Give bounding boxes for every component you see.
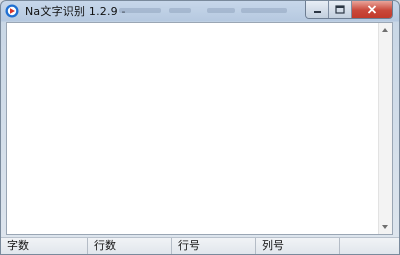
status-extra <box>340 238 399 254</box>
scroll-down-icon[interactable] <box>382 225 388 229</box>
status-bar: 字数 行数 行号 列号 <box>1 237 399 254</box>
maximize-icon <box>335 5 345 14</box>
status-line-number: 行号 <box>172 238 256 254</box>
scroll-up-icon[interactable] <box>382 28 388 32</box>
editor-frame <box>6 22 393 235</box>
title-bar-blur <box>241 8 287 13</box>
title-bar-blur <box>169 8 191 13</box>
app-window: Na文字识别 1.2.9 - 字数 行数 行号 列号 <box>0 0 400 255</box>
close-button[interactable] <box>352 1 392 18</box>
app-logo-icon <box>5 4 19 18</box>
status-char-count: 字数 <box>1 238 88 254</box>
window-controls <box>305 1 393 19</box>
close-icon <box>367 5 377 14</box>
vertical-scrollbar[interactable] <box>378 23 392 234</box>
title-bar-blur <box>119 8 161 13</box>
title-bar[interactable]: Na文字识别 1.2.9 - <box>1 1 399 20</box>
title-bar-blur <box>207 8 235 13</box>
maximize-button[interactable] <box>329 1 352 18</box>
status-line-count: 行数 <box>88 238 172 254</box>
recognized-text-area[interactable] <box>7 23 378 234</box>
minimize-button[interactable] <box>306 1 329 18</box>
status-column-number: 列号 <box>256 238 340 254</box>
window-title: Na文字识别 1.2.9 - <box>25 5 126 18</box>
minimize-icon <box>313 11 321 13</box>
